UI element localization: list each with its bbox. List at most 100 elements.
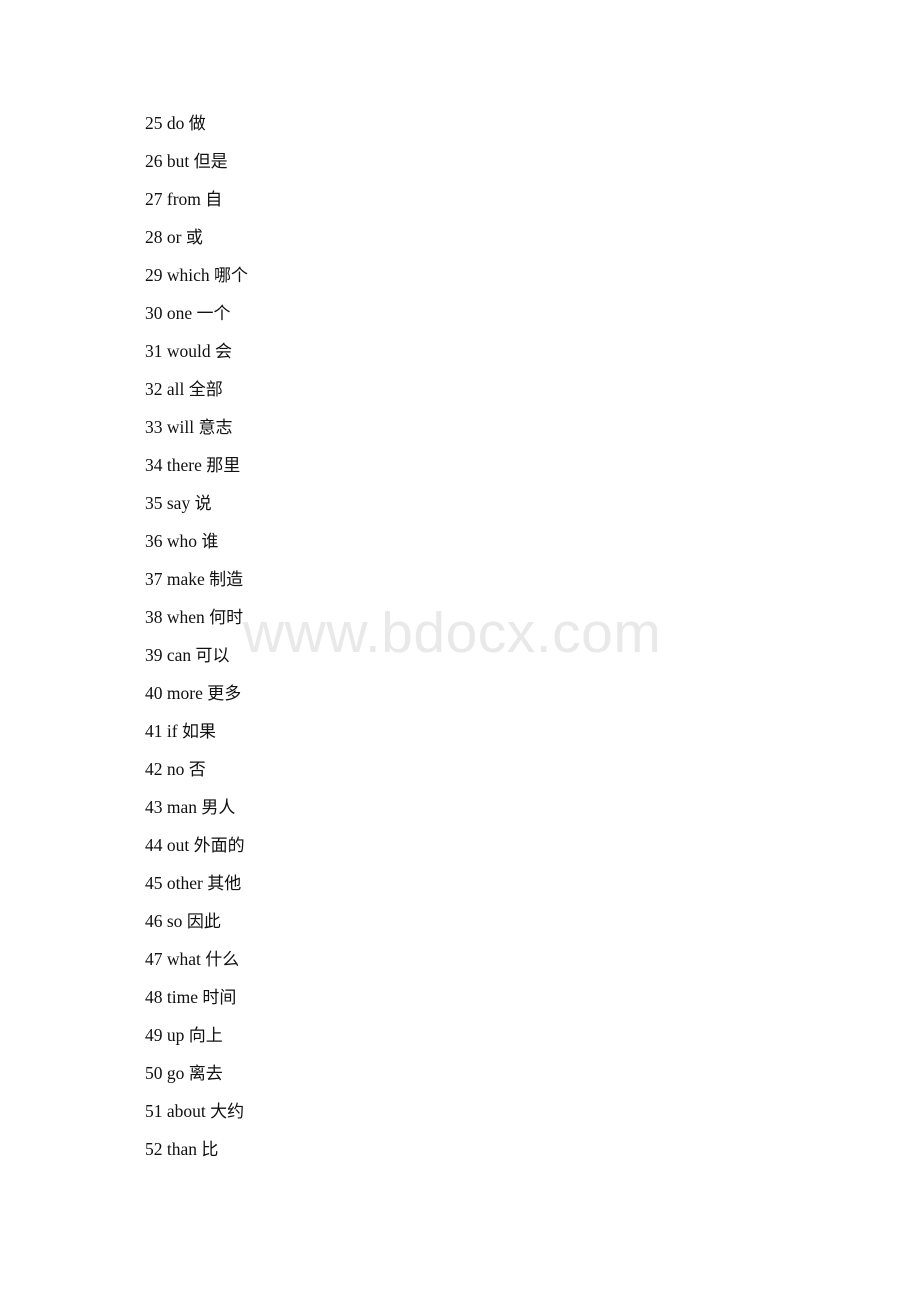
vocabulary-entry: 38 when 何时 <box>145 598 845 636</box>
entry-number: 35 <box>145 493 163 513</box>
entry-number: 39 <box>145 645 163 665</box>
entry-english-word: or <box>166 227 182 247</box>
vocabulary-list: 25 do 做 26 but 但是 27 from 自 28 or 或 29 which… <box>145 104 845 1168</box>
entry-number: 52 <box>145 1139 163 1159</box>
vocabulary-entry: 43 man 男人 <box>145 788 845 826</box>
entry-english-word: more <box>166 683 203 703</box>
entry-number: 27 <box>145 189 163 209</box>
entry-number: 29 <box>145 265 163 285</box>
entry-chinese-translation: 谁 <box>201 532 219 552</box>
entry-chinese-translation: 离去 <box>188 1064 223 1084</box>
entry-chinese-translation: 男人 <box>201 798 236 818</box>
vocabulary-entry: 50 go 离去 <box>145 1054 845 1092</box>
entry-english-word: what <box>166 949 201 969</box>
entry-english-word: make <box>166 569 205 589</box>
entry-english-word: man <box>166 797 198 817</box>
vocabulary-entry: 25 do 做 <box>145 104 845 142</box>
entry-chinese-translation: 那里 <box>206 456 241 476</box>
entry-number: 38 <box>145 607 163 627</box>
entry-english-word: up <box>166 1025 185 1045</box>
entry-number: 43 <box>145 797 163 817</box>
entry-chinese-translation: 什么 <box>205 950 240 970</box>
entry-number: 47 <box>145 949 163 969</box>
vocabulary-entry: 29 which 哪个 <box>145 256 845 294</box>
entry-chinese-translation: 会 <box>215 342 232 362</box>
vocabulary-entry: 49 up 向上 <box>145 1016 845 1054</box>
entry-number: 25 <box>145 113 163 133</box>
entry-number: 44 <box>145 835 163 855</box>
entry-english-word: time <box>166 987 198 1007</box>
entry-chinese-translation: 大约 <box>210 1102 245 1122</box>
entry-chinese-translation: 何时 <box>209 608 244 628</box>
entry-english-word: there <box>166 455 202 475</box>
vocabulary-entry: 45 other 其他 <box>145 864 845 902</box>
entry-english-word: than <box>166 1139 198 1159</box>
entry-number: 33 <box>145 417 163 437</box>
vocabulary-entry: 40 more 更多 <box>145 674 845 712</box>
vocabulary-entry: 48 time 时间 <box>145 978 845 1016</box>
vocabulary-entry: 46 so 因此 <box>145 902 845 940</box>
entry-number: 42 <box>145 759 163 779</box>
entry-chinese-translation: 因此 <box>186 912 221 932</box>
entry-english-word: other <box>166 873 203 893</box>
entry-number: 41 <box>145 721 163 741</box>
document-page: www.bdocx.com 25 do 做 26 but 但是 27 from 自2… <box>0 0 920 1302</box>
vocabulary-entry: 28 or 或 <box>145 218 845 256</box>
entry-number: 37 <box>145 569 163 589</box>
vocabulary-entry: 39 can 可以 <box>145 636 845 674</box>
entry-number: 50 <box>145 1063 163 1083</box>
vocabulary-entry: 51 about 大约 <box>145 1092 845 1130</box>
entry-chinese-translation: 制造 <box>209 570 244 590</box>
entry-chinese-translation: 全部 <box>188 380 223 400</box>
vocabulary-entry: 31 would 会 <box>145 332 845 370</box>
entry-chinese-translation: 自 <box>205 190 223 210</box>
entry-english-word: say <box>166 493 191 513</box>
entry-chinese-translation: 或 <box>185 228 203 248</box>
entry-english-word: can <box>166 645 192 665</box>
entry-english-word: will <box>166 417 195 437</box>
entry-chinese-translation: 但是 <box>193 152 228 172</box>
entry-number: 34 <box>145 455 163 475</box>
entry-chinese-translation: 说 <box>194 494 212 514</box>
entry-number: 30 <box>145 303 163 323</box>
entry-english-word: do <box>166 113 185 133</box>
entry-number: 26 <box>145 151 163 171</box>
entry-chinese-translation: 更多 <box>207 684 242 704</box>
entry-chinese-translation: 时间 <box>202 988 237 1008</box>
vocabulary-entry: 44 out 外面的 <box>145 826 845 864</box>
entry-chinese-translation: 意志 <box>198 418 233 438</box>
entry-chinese-translation: 其他 <box>207 874 242 894</box>
vocabulary-entry: 30 one 一个 <box>145 294 845 332</box>
entry-chinese-translation: 可以 <box>195 646 230 666</box>
vocabulary-entry: 36 who 谁 <box>145 522 845 560</box>
entry-english-word: but <box>166 151 190 171</box>
vocabulary-entry: 27 from 自 <box>145 180 845 218</box>
entry-english-word: one <box>166 303 193 323</box>
entry-number: 32 <box>145 379 163 399</box>
entry-english-word: no <box>166 759 185 779</box>
vocabulary-entry: 34 there 那里 <box>145 446 845 484</box>
vocabulary-entry: 37 make 制造 <box>145 560 845 598</box>
vocabulary-entry: 42 no 否 <box>145 750 845 788</box>
entry-english-word: out <box>166 835 190 855</box>
entry-english-word: go <box>166 1063 185 1083</box>
entry-chinese-translation: 做 <box>188 114 206 134</box>
vocabulary-entry: 47 what 什么 <box>145 940 845 978</box>
entry-english-word: about <box>166 1101 206 1121</box>
entry-english-word: if <box>166 721 178 741</box>
entry-chinese-translation: 如果 <box>181 722 216 742</box>
vocabulary-entry: 41 if 如果 <box>145 712 845 750</box>
entry-number: 40 <box>145 683 163 703</box>
entry-english-word: when <box>166 607 205 627</box>
entry-chinese-translation: 向上 <box>188 1026 223 1046</box>
entry-number: 45 <box>145 873 163 893</box>
entry-english-word: all <box>166 379 185 399</box>
entry-english-word: so <box>166 911 183 931</box>
vocabulary-entry: 32 all 全部 <box>145 370 845 408</box>
entry-number: 49 <box>145 1025 163 1045</box>
entry-english-word: which <box>166 265 210 285</box>
entry-chinese-translation: 外面的 <box>193 836 245 856</box>
entry-number: 48 <box>145 987 163 1007</box>
vocabulary-entry: 35 say 说 <box>145 484 845 522</box>
entry-english-word: would <box>166 341 211 361</box>
